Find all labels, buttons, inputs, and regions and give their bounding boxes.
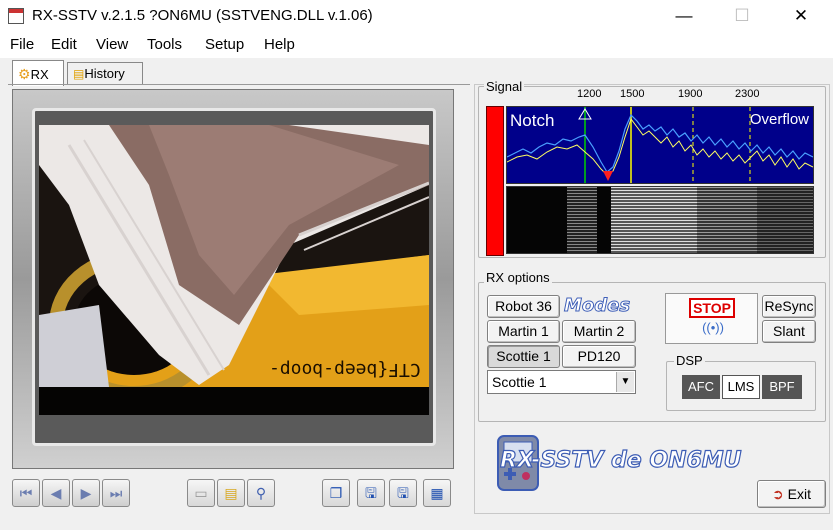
save-as-button[interactable]: 🖫 [389,479,417,507]
chevron-down-icon[interactable]: ▼ [616,372,634,392]
signal-level-bar [486,106,504,256]
signal-label: Signal [484,79,525,94]
image-viewer: CTF{beep-boop- [32,108,436,446]
spectrum-display[interactable]: Notch Overflow [506,106,814,184]
gear-icon: ⚙ [18,66,31,82]
tab-rx[interactable]: ⚙RX [12,60,64,86]
copy-icon: ❐ [329,485,343,501]
antenna-icon: ((•)) [702,320,724,335]
image-tools-button[interactable]: ▦ [423,479,451,507]
next-icon: ▶ [80,485,92,501]
save-image-button[interactable]: 🖫 [357,479,385,507]
lms-toggle[interactable]: LMS [722,375,760,399]
afc-toggle[interactable]: AFC [682,375,720,399]
menu-setup[interactable]: Setup [205,36,244,53]
tab-history[interactable]: ▤History [67,62,143,84]
first-image-button[interactable]: ⏮ [12,479,40,507]
maximize-button[interactable]: ☐ [719,0,765,32]
menu-file[interactable]: File [10,36,34,53]
menu-view[interactable]: View [96,36,128,53]
exit-label: Exit [787,486,811,502]
menu-help[interactable]: Help [264,36,295,53]
folder-icon: ▤ [73,67,85,81]
skip-back-icon: ⏮ [19,485,33,501]
exit-button[interactable]: ➲ Exit [757,480,826,508]
tab-divider [8,84,470,85]
previous-image-button[interactable]: ◀ [42,479,70,507]
title-bar: RX-SSTV v.2.1.5 ?ON6MU (SSTVENG.DLL v.1.… [0,0,833,32]
mode-martin1-button[interactable]: Martin 1 [487,320,560,343]
exit-icon: ➲ [772,486,784,502]
window-title: RX-SSTV v.2.1.5 ?ON6MU (SSTVENG.DLL v.1.… [32,7,373,24]
save-icon: 🖫 [365,485,377,501]
menu-edit[interactable]: Edit [51,36,77,53]
freq-tick-1200: 1200 [577,88,602,100]
magnifier-icon: ⚲ [255,485,267,501]
modes-logo: Modes [564,295,631,317]
freq-tick-1900: 1900 [678,88,703,100]
tab-rx-label: RX [30,67,49,82]
image-overlay-text: CTF{beep-boop- [269,359,421,380]
bpf-toggle[interactable]: BPF [762,375,802,399]
freq-tick-1500: 1500 [620,88,645,100]
mode-scottie1-button[interactable]: Scottie 1 [487,345,560,368]
minimize-button[interactable]: — [661,0,707,32]
mode-robot36-button[interactable]: Robot 36 [487,295,560,318]
save-as-icon: 🖫 [397,485,409,501]
tab-history-label: History [84,66,125,81]
zoom-button[interactable]: ⚲ [247,479,275,507]
copy-image-button[interactable]: ❐ [322,479,350,507]
mode-select[interactable]: Scottie 1 ▼ [487,370,636,394]
mode-pd120-button[interactable]: PD120 [562,345,636,368]
received-image: CTF{beep-boop- [39,125,429,415]
logo-text: RX-SSTV de ON6MU [499,447,742,473]
resync-button[interactable]: ReSync [762,295,816,318]
open-folder-button[interactable]: ▤ [217,479,245,507]
mode-select-value: Scottie 1 [492,374,547,390]
rx-options-label: RX options [484,270,552,285]
toolbox-icon: ▦ [430,485,444,501]
menu-tools[interactable]: Tools [147,36,182,53]
overflow-label: Overflow [749,111,809,128]
stop-button[interactable]: STOP [689,298,735,318]
skip-forward-icon: ⏭ [109,485,123,501]
freq-tick-2300: 2300 [735,88,760,100]
dsp-label: DSP [674,353,705,368]
delete-image-button[interactable]: ▭ [187,479,215,507]
previous-icon: ◀ [50,485,62,501]
app-icon [8,8,24,24]
folder-open-icon: ▤ [224,485,238,501]
notch-label: Notch [510,111,555,130]
slant-button[interactable]: Slant [762,320,816,343]
trash-icon: ▭ [194,485,208,501]
menu-bar: File Edit View Tools Setup Help [0,32,833,58]
image-viewer-frame: CTF{beep-boop- [12,89,454,469]
last-image-button[interactable]: ⏭ [102,479,130,507]
next-image-button[interactable]: ▶ [72,479,100,507]
waterfall-display [506,186,814,254]
close-button[interactable]: ✕ [778,0,824,32]
mode-martin2-button[interactable]: Martin 2 [562,320,636,343]
